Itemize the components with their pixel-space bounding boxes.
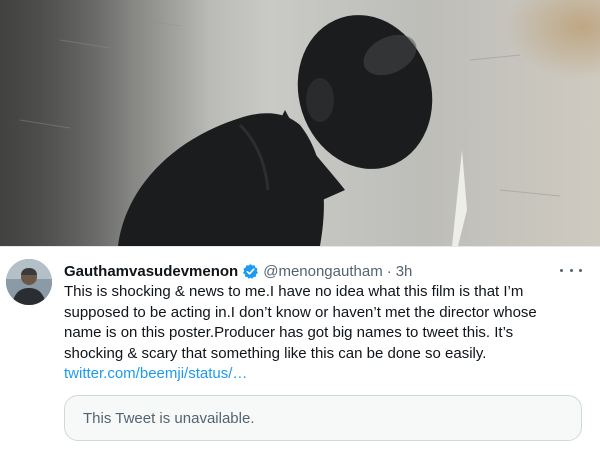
avatar[interactable] xyxy=(6,259,52,305)
tweet-card: Gauthamvasudevmenon @menongautham · 3h T… xyxy=(0,246,600,450)
display-name[interactable]: Gauthamvasudevmenon xyxy=(64,263,238,280)
tweet-text-line: shocking & scary that something like thi… xyxy=(64,344,487,362)
tweet-text-line: supposed to be acting in.I don’t know or… xyxy=(64,303,537,321)
verified-badge-icon xyxy=(242,263,259,280)
tweet-text-line: name is on this poster.Producer has got … xyxy=(64,324,514,341)
quoted-tweet-unavailable-text: This Tweet is unavailable. xyxy=(83,409,255,427)
film-poster-image xyxy=(0,0,600,246)
screenshot-frame: Gauthamvasudevmenon @menongautham · 3h T… xyxy=(0,0,600,450)
tweet-header: Gauthamvasudevmenon @menongautham · 3h xyxy=(64,260,412,282)
tweet-timestamp[interactable]: 3h xyxy=(396,263,413,280)
header-separator: · xyxy=(386,262,392,280)
more-options-icon[interactable] xyxy=(560,261,582,279)
tweet-text: This is shocking & news to me.I have no … xyxy=(64,282,584,385)
tweet-link[interactable]: twitter.com/beemji/status/… xyxy=(64,364,584,385)
tweet-text-line: This is shocking & news to me.I have no … xyxy=(64,283,524,300)
user-handle[interactable]: @menongautham xyxy=(263,263,382,280)
quoted-tweet-card[interactable]: This Tweet is unavailable. xyxy=(64,395,582,441)
